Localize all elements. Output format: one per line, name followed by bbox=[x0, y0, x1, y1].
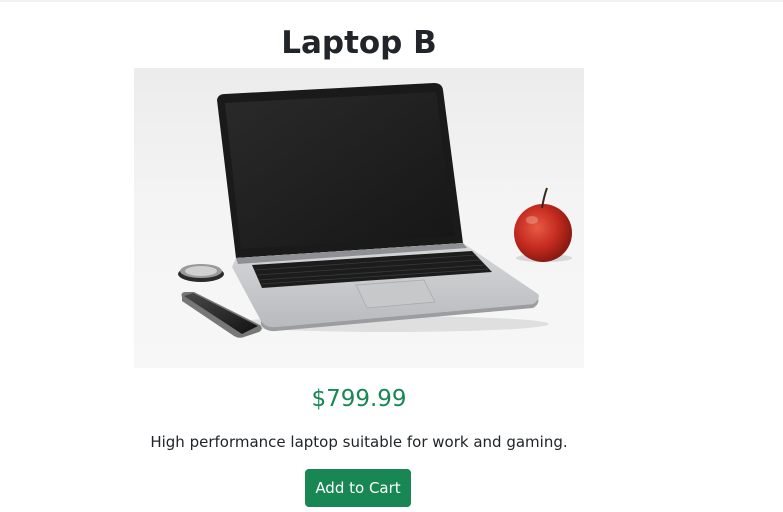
product-description: High performance laptop suitable for wor… bbox=[150, 433, 568, 451]
top-divider bbox=[0, 0, 783, 2]
add-to-cart-button[interactable]: Add to Cart bbox=[305, 469, 411, 507]
product-title: Laptop B bbox=[281, 25, 437, 61]
product-price: $799.99 bbox=[311, 386, 407, 412]
product-image bbox=[134, 68, 584, 368]
